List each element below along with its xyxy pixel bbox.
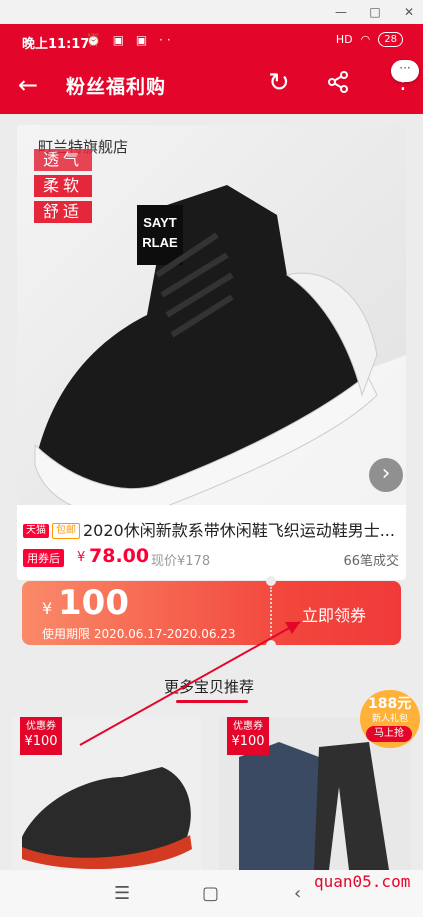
shoe-text-1: SAYT <box>143 215 177 230</box>
network-label: HD <box>335 33 353 46</box>
grab-now-button[interactable]: 马上抢 <box>366 726 412 742</box>
sold-count: 66笔成交 <box>343 554 399 569</box>
coupon-divider <box>270 587 272 639</box>
recommendation-card[interactable]: 优惠券 ¥100 <box>12 717 201 870</box>
shoe-text-2: RLAE <box>142 235 178 250</box>
product-title: 2020休闲新款系带休闲鞋飞织运动鞋男士... <box>83 521 395 540</box>
status-bar: 晚上11:17 ⏰ ▣ ▣ ·· HD ◠ 28 <box>0 24 423 58</box>
price: 78.00 <box>89 545 150 567</box>
coupon-banner[interactable]: ¥ 100 使用期限 2020.06.17-2020.06.23 立即领券 <box>22 576 401 650</box>
product-title-row[interactable]: 天猫 包邮 2020休闲新款系带休闲鞋飞织运动鞋男士... <box>23 517 395 541</box>
battery-icon: 28 <box>378 32 403 47</box>
maximize-icon[interactable]: □ <box>366 3 384 21</box>
status-right: HD ◠ 28 <box>336 32 403 47</box>
menu-icon[interactable]: ☰ <box>114 883 130 904</box>
coupon-tag: 优惠券 ¥100 <box>20 717 62 755</box>
coupon-symbol: ¥ <box>42 599 53 618</box>
minimize-icon[interactable]: — <box>332 3 350 21</box>
price-row: 用券后 ¥ 78.00 现价¥178 66笔成交 <box>23 545 401 571</box>
free-shipping-badge: 包邮 <box>52 523 80 539</box>
chat-bubble-icon[interactable]: ··· <box>391 60 419 82</box>
share-icon[interactable] <box>326 70 350 100</box>
gift-amount: 188元 <box>368 696 412 712</box>
image-tag: 透气 <box>34 149 92 171</box>
status-time: 晚上11:17 <box>22 37 90 52</box>
coupon-amount: 100 <box>58 583 129 623</box>
watermark: quan05.com <box>314 872 411 891</box>
claim-coupon-button[interactable]: 立即领券 <box>302 602 366 626</box>
image-tag: 柔软 <box>34 175 92 197</box>
coupon-tag-amount: ¥100 <box>24 734 58 749</box>
more-recommendations-title: 更多宝贝推荐 <box>164 678 255 696</box>
coupon-tag-amount: ¥100 <box>231 734 265 749</box>
notification-icons: ⏰ ▣ ▣ ·· <box>86 33 175 47</box>
coupon-after-badge: 用券后 <box>23 549 64 567</box>
window-chrome: — □ ✕ <box>0 0 423 24</box>
original-price: 现价¥178 <box>151 554 211 569</box>
image-tag: 舒适 <box>34 201 92 223</box>
app-bar: ← 粉丝福利购 ↻ ⋮ <box>0 58 423 114</box>
home-icon[interactable]: ▢ <box>202 883 219 904</box>
coupon-tag-label: 优惠券 <box>233 721 263 732</box>
arrow-left-icon[interactable]: ← <box>18 71 38 99</box>
refresh-icon[interactable]: ↻ <box>268 68 290 98</box>
next-image-button[interactable]: › <box>369 458 403 492</box>
coupon-notch <box>266 576 276 586</box>
tmall-badge: 天猫 <box>23 524 49 538</box>
back-icon[interactable]: ‹ <box>294 883 301 904</box>
coupon-period: 使用期限 2020.06.17-2020.06.23 <box>42 627 236 641</box>
price-symbol: ¥ <box>77 550 86 565</box>
gift-subtitle: 新人礼包 <box>372 714 409 724</box>
section-underline <box>176 700 248 703</box>
coupon-tag-label: 优惠券 <box>26 721 56 732</box>
coupon-tag: 优惠券 ¥100 <box>227 717 269 755</box>
close-icon[interactable]: ✕ <box>400 3 418 21</box>
product-card[interactable]: SAYT RLAE 町兰特旗舰店 透气 柔软 舒适 › 天猫 包邮 2020休闲新款… <box>17 125 406 580</box>
new-user-gift-ad[interactable]: 188元 新人礼包 马上抢 <box>360 690 420 748</box>
coupon-notch <box>266 640 276 650</box>
wifi-icon: ◠ <box>360 33 371 46</box>
page-title: 粉丝福利购 <box>66 76 167 98</box>
